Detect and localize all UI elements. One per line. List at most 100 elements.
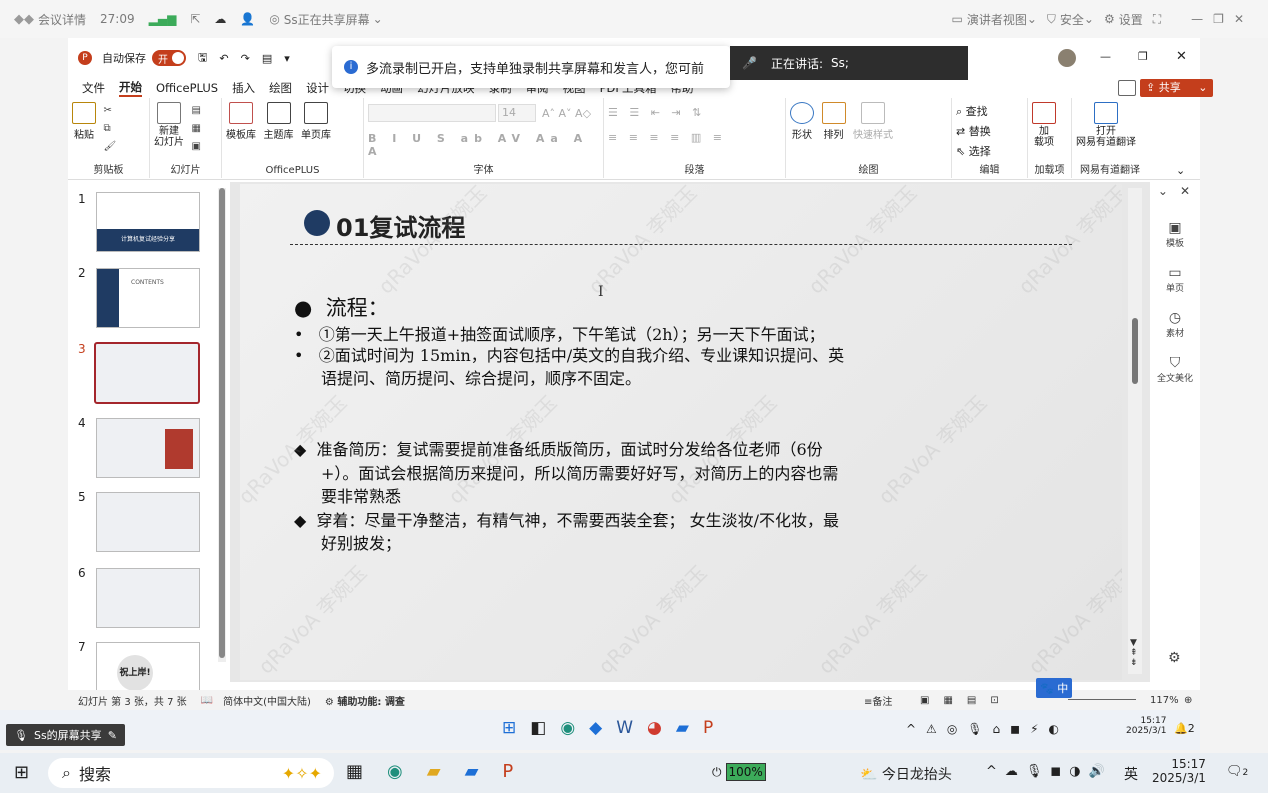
start-icon[interactable]: ⊞ [14, 762, 29, 783]
gear-icon[interactable]: ⚙ [1168, 650, 1181, 666]
zoom-slider[interactable] [1068, 699, 1136, 700]
present-icon[interactable]: ▤ [262, 52, 272, 65]
close-icon[interactable]: ✕ [1176, 49, 1187, 64]
minimize-icon[interactable]: — [1100, 50, 1111, 63]
notification-icon[interactable]: 🔔2 [1174, 722, 1195, 735]
collapse-ribbon-icon[interactable]: ⌄ [1176, 164, 1185, 177]
meeting-app-icon[interactable]: ▰ [465, 761, 479, 782]
select-button[interactable]: ⇖ 选择 [956, 142, 1023, 162]
tab-home[interactable]: 开始 [119, 79, 142, 97]
list-buttons[interactable]: ☰ ☰ ⇤ ⇥ ⇅ [608, 106, 781, 119]
folder-icon[interactable]: ▰ [427, 761, 441, 782]
thumbnail-slide-7[interactable]: 祝上岸! [96, 642, 200, 691]
save-icon[interactable]: 🖫 [198, 49, 207, 68]
person-icon[interactable]: 👤 [240, 12, 255, 26]
thumbnail-slide-2[interactable]: CONTENTS [96, 268, 200, 328]
minimize-icon[interactable]: — [1191, 12, 1203, 26]
open-translate-button[interactable]: 打开 网易有道翻译 [1076, 102, 1136, 148]
notes-button[interactable]: ≡备注 [864, 693, 892, 708]
ime-badge[interactable]: 🐾 中 [1036, 678, 1073, 698]
taskview-icon[interactable]: ◧ [530, 718, 546, 738]
meeting-app-icon[interactable]: ▰ [676, 718, 689, 738]
cut-copy-icons[interactable]: ✂ ⧉ 🖌 [104, 102, 117, 156]
beautify-panel-button[interactable]: ⛉ 全文美化 [1150, 355, 1200, 384]
thumbnail-scrollbar[interactable] [218, 188, 226, 662]
align-buttons[interactable]: ≡ ≡ ≡ ≡ ▥ ≡ [608, 131, 781, 144]
word-icon[interactable]: W [616, 718, 633, 738]
fit-icon[interactable]: ⊕ [1184, 695, 1192, 706]
tab-draw[interactable]: 绘图 [269, 80, 292, 96]
accessibility-status[interactable]: ⚙ 辅助功能: 调查 [325, 693, 405, 708]
find-button[interactable]: ⌕ 查找 [956, 102, 1023, 122]
inner-tray-icons[interactable]: ^⚠◎🎙⌂◼⚡◐ [906, 722, 1069, 736]
autosave-toggle[interactable]: 开 [152, 50, 186, 66]
security-button[interactable]: ⛉ 安全 ⌄ [1047, 11, 1094, 28]
zoom-level[interactable]: 117% [1150, 695, 1179, 706]
slide-3[interactable]: 01复试流程 ● 流程： • ①第一天上午报道+抽签面试顺序，下午笔试（2h）；… [240, 184, 1122, 680]
clock[interactable]: 15:17 2025/3/1 [1152, 757, 1206, 785]
app-icon[interactable]: ◆ [589, 718, 602, 738]
restore-icon[interactable]: ❐ [1213, 12, 1224, 26]
chevron-down-icon[interactable]: ⌄ [1158, 184, 1168, 198]
language-status[interactable]: 简体中文(中国大陆) [223, 693, 311, 708]
single-panel-button[interactable]: ▭ 单页 [1150, 265, 1200, 294]
powerpoint-icon[interactable]: P [703, 718, 713, 738]
template-lib-button[interactable]: 模板库 [226, 102, 256, 141]
meeting-details-button[interactable]: ◆◆ 会议详情 [14, 11, 86, 28]
powerpoint-icon[interactable]: P [502, 761, 513, 782]
single-page-button[interactable]: 单页库 [301, 102, 331, 141]
close-icon[interactable]: ✕ [1234, 12, 1244, 26]
addins-button[interactable]: 加 载项 [1032, 102, 1056, 148]
thumbnail-slide-1[interactable]: 计算机复试经验分享 [96, 192, 200, 252]
comments-icon[interactable] [1118, 80, 1136, 96]
screen-share-badge[interactable]: 🎙 Ss的屏幕共享 ✎ [6, 724, 125, 746]
new-slide-button[interactable]: 新建 幻灯片 [154, 102, 184, 148]
replace-button[interactable]: ⇄ 替换 [956, 122, 1023, 142]
template-panel-button[interactable]: ▣ 模板 [1150, 220, 1200, 249]
cloud-icon[interactable]: ☁ [214, 12, 226, 26]
fullscreen-icon[interactable]: ⛶ [1153, 12, 1161, 27]
tab-insert[interactable]: 插入 [232, 80, 255, 96]
shape-button[interactable]: 形状 [790, 102, 814, 141]
font-format-buttons[interactable]: B I U S ab AV Aa A A [368, 132, 599, 158]
restore-icon[interactable]: ❐ [1138, 50, 1148, 63]
popout-icon[interactable]: ⇱ [190, 12, 200, 26]
quick-style-button[interactable]: 快速样式 [853, 102, 893, 141]
tab-design[interactable]: 设计 [306, 80, 329, 96]
widgets-icon[interactable]: ▦ [346, 761, 363, 782]
spellcheck-icon[interactable]: 📖 [201, 695, 213, 706]
search-box[interactable]: ⌕ 搜索 ✦✧✦ [48, 758, 334, 788]
ime-indicator[interactable]: 英 [1124, 764, 1138, 784]
slide-scrollbar[interactable]: ▼ ⇞ ⇟ [1128, 188, 1142, 674]
battery-indicator[interactable]: ⏻ 100% [712, 763, 766, 781]
view-buttons[interactable]: ▣▦▤⊡ [920, 695, 1013, 706]
start-icon[interactable]: ⊞ [502, 718, 516, 738]
theme-lib-button[interactable]: 主题库 [264, 102, 294, 141]
sharing-status[interactable]: ◎ Ss正在共享屏幕 ⌄ [269, 11, 382, 28]
thumbnail-slide-5[interactable] [96, 492, 200, 552]
thumbnail-slide-6[interactable] [96, 568, 200, 628]
notification-icon[interactable]: 🗨2 [1226, 764, 1248, 779]
redo-icon[interactable]: ↷ [241, 52, 250, 65]
chrome-icon[interactable]: ◕ [647, 718, 662, 738]
tab-officeplus[interactable]: OfficePLUS [156, 81, 218, 95]
thumbnail-slide-3[interactable] [94, 342, 200, 404]
scroll-down-icon[interactable]: ▼ ⇞ ⇟ [1130, 638, 1138, 668]
tray-icons[interactable]: ^☁🎙◼◑🔊 [986, 764, 1113, 779]
edge-icon[interactable]: ◉ [387, 761, 403, 782]
customize-icon[interactable]: ▾ [284, 52, 290, 65]
close-icon[interactable]: ✕ [1180, 184, 1190, 198]
material-panel-button[interactable]: ◷ 素材 [1150, 310, 1200, 339]
share-button[interactable]: ⇪ 共享 ⌄ [1140, 79, 1214, 97]
edge-icon[interactable]: ◉ [560, 718, 575, 738]
font-size-select[interactable]: 14 [498, 104, 536, 122]
presenter-view-button[interactable]: ▭ 演讲者视图 ⌄ [951, 11, 1036, 28]
tab-file[interactable]: 文件 [82, 80, 105, 96]
arrange-button[interactable]: 排列 [821, 102, 846, 141]
undo-icon[interactable]: ↶ [219, 52, 228, 65]
paste-button[interactable]: 粘贴 [72, 102, 96, 141]
weather-widget[interactable]: ⛅ 今日龙抬头 [860, 764, 952, 784]
font-size-buttons[interactable]: A˄ A˅ A◇ [542, 107, 591, 120]
thumbnail-slide-4[interactable] [96, 418, 200, 478]
avatar[interactable] [1058, 49, 1076, 67]
